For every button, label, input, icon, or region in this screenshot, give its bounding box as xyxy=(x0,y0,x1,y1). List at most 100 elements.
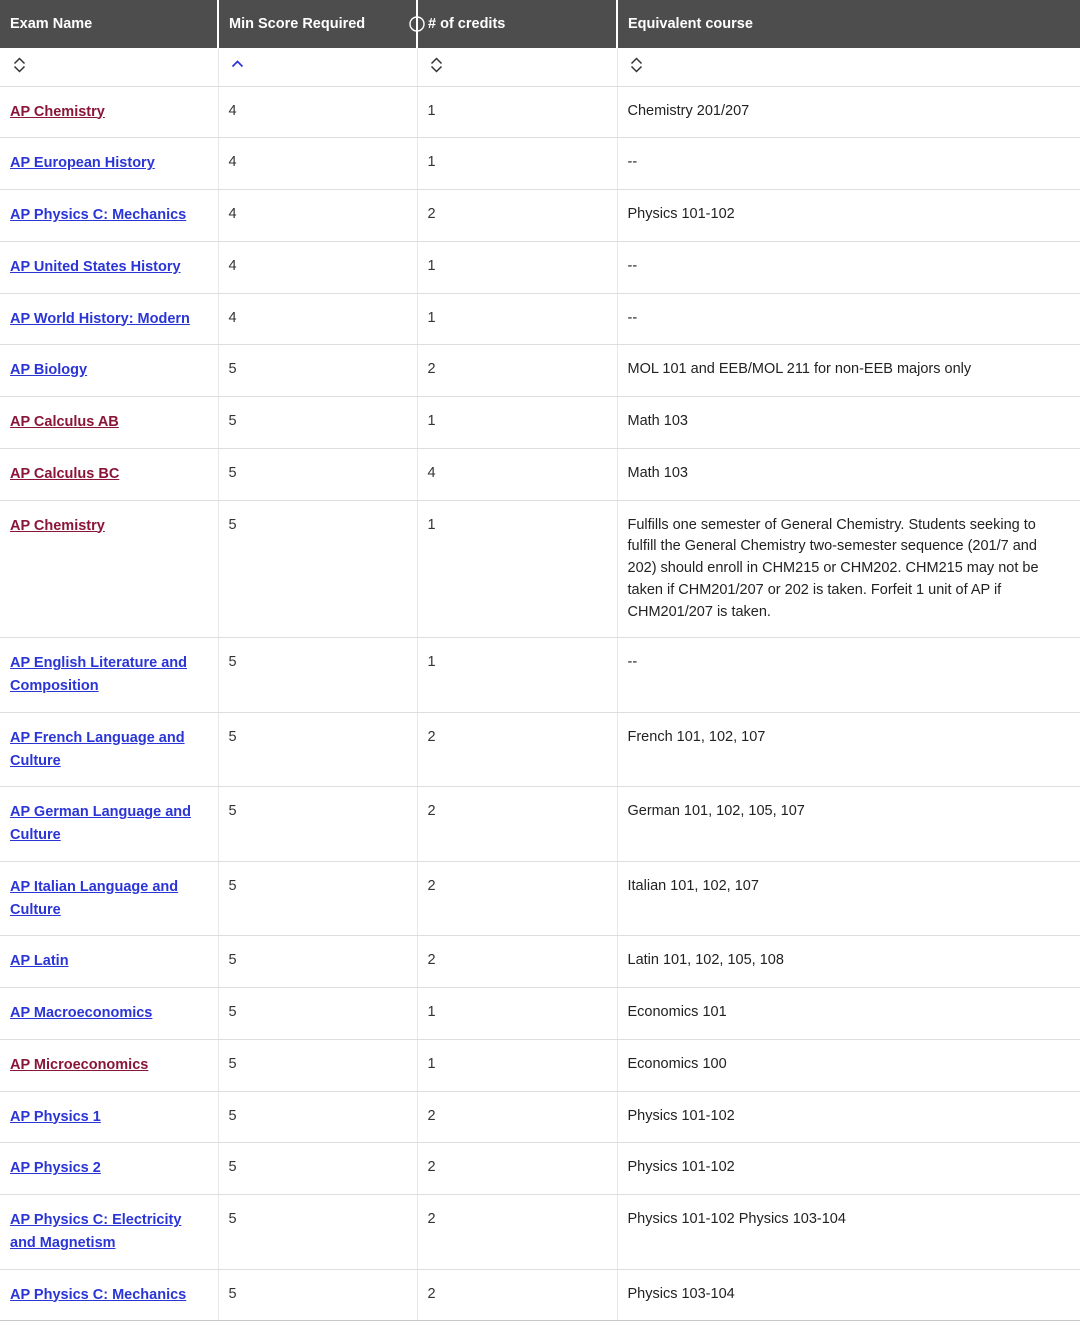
table-row: AP German Language and Culture 5 2 German 1… xyxy=(0,786,1080,862)
cell-min-score: 4 xyxy=(218,293,418,346)
cell-exam-name: AP Biology xyxy=(0,344,219,397)
exam-name-link[interactable]: AP English Literature and Composition xyxy=(10,655,187,694)
cell-min-score: 4 xyxy=(218,241,418,294)
cell-credits: 2 xyxy=(417,1194,618,1270)
cell-credits: 1 xyxy=(417,137,618,190)
sort-toggle-exam-name[interactable] xyxy=(10,55,28,75)
cell-min-score: 5 xyxy=(218,1039,418,1092)
column-header-credits[interactable]: # of credits xyxy=(417,0,618,48)
sort-toggle-credits[interactable] xyxy=(428,55,446,75)
cell-equivalent-course: MOL 101 and EEB/MOL 211 for non-EEB majo… xyxy=(617,344,1080,397)
cell-equivalent-course: Chemistry 201/207 xyxy=(617,86,1080,139)
table-row: AP Biology 5 2 MOL 101 and EEB/MOL 211 for … xyxy=(0,344,1080,397)
exam-name-link[interactable]: AP Physics C: Electricity and Magnetism xyxy=(10,1212,181,1251)
exam-name-link[interactable]: AP Chemistry xyxy=(10,104,105,120)
cell-equivalent-course: Physics 103-104 xyxy=(617,1269,1080,1321)
column-header-equivalent-course-label: Equivalent course xyxy=(628,16,753,32)
cell-min-score: 5 xyxy=(218,1091,418,1144)
exam-name-link[interactable]: AP Biology xyxy=(10,362,87,378)
cell-equivalent-course: Italian 101, 102, 107 xyxy=(617,861,1080,937)
table-row: AP Chemistry 5 1 Fulfills one semester of G… xyxy=(0,500,1080,639)
cell-equivalent-course: Physics 101-102 xyxy=(617,1142,1080,1195)
table-row: AP Macroeconomics 5 1 Economics 101 xyxy=(0,987,1080,1040)
table-sort-row xyxy=(0,48,1080,87)
cell-credits: 2 xyxy=(417,786,618,862)
column-header-exam-name-label: Exam Name xyxy=(10,16,93,32)
cell-equivalent-course: -- xyxy=(617,637,1080,713)
exam-name-link[interactable]: AP Physics 2 xyxy=(10,1160,101,1176)
exam-name-link[interactable]: AP European History xyxy=(10,155,155,171)
sort-toggle-min-score[interactable] xyxy=(229,55,247,75)
sort-cell-min-score xyxy=(218,48,418,87)
exam-name-link[interactable]: AP Chemistry xyxy=(10,518,105,534)
cell-min-score: 5 xyxy=(218,637,418,713)
cell-credits: 1 xyxy=(417,1039,618,1092)
ap-credit-table: Exam Name Min Score Required # of credit… xyxy=(0,0,1080,1321)
table-head: Exam Name Min Score Required # of credit… xyxy=(0,0,1080,87)
cell-equivalent-course: Latin 101, 102, 105, 108 xyxy=(617,935,1080,988)
cell-credits: 2 xyxy=(417,712,618,788)
table-row: AP World History: Modern 4 1 -- xyxy=(0,293,1080,346)
table-row: AP French Language and Culture 5 2 French 1… xyxy=(0,712,1080,788)
cell-exam-name: AP United States History xyxy=(0,241,219,294)
exam-name-link[interactable]: AP Calculus BC xyxy=(10,466,119,482)
table-row: AP Physics 1 5 2 Physics 101-102 xyxy=(0,1091,1080,1144)
cell-exam-name: AP European History xyxy=(0,137,219,190)
cell-equivalent-course: -- xyxy=(617,293,1080,346)
exam-name-link[interactable]: AP French Language and Culture xyxy=(10,730,185,769)
cell-credits: 1 xyxy=(417,637,618,713)
exam-name-link[interactable]: AP Italian Language and Culture xyxy=(10,879,178,918)
info-circle-icon[interactable] xyxy=(409,16,425,32)
cell-min-score: 5 xyxy=(218,712,418,788)
table-row: AP Calculus BC 5 4 Math 103 xyxy=(0,448,1080,501)
table-row: AP United States History 4 1 -- xyxy=(0,241,1080,294)
cell-credits: 1 xyxy=(417,293,618,346)
cell-exam-name: AP Physics C: Mechanics xyxy=(0,1269,219,1321)
cell-credits: 1 xyxy=(417,987,618,1040)
exam-name-link[interactable]: AP Physics C: Mechanics xyxy=(10,1287,186,1303)
cell-min-score: 5 xyxy=(218,500,418,639)
table-row: AP Calculus AB 5 1 Math 103 xyxy=(0,396,1080,449)
table-row: AP Physics C: Mechanics 4 2 Physics 101-102 xyxy=(0,189,1080,242)
table-header-row: Exam Name Min Score Required # of credit… xyxy=(0,0,1080,48)
exam-name-link[interactable]: AP Microeconomics xyxy=(10,1057,148,1073)
cell-credits: 4 xyxy=(417,448,618,501)
cell-equivalent-course: French 101, 102, 107 xyxy=(617,712,1080,788)
cell-credits: 1 xyxy=(417,86,618,139)
cell-min-score: 5 xyxy=(218,1142,418,1195)
cell-exam-name: AP Physics C: Mechanics xyxy=(0,189,219,242)
cell-exam-name: AP English Literature and Composition xyxy=(0,637,219,713)
cell-exam-name: AP French Language and Culture xyxy=(0,712,219,788)
cell-equivalent-course: -- xyxy=(617,241,1080,294)
column-header-equivalent-course[interactable]: Equivalent course xyxy=(617,0,1080,48)
cell-min-score: 5 xyxy=(218,987,418,1040)
cell-exam-name: AP Physics 2 xyxy=(0,1142,219,1195)
sort-toggle-equivalent-course[interactable] xyxy=(628,55,646,75)
column-header-exam-name[interactable]: Exam Name xyxy=(0,0,219,48)
table-row: AP Physics C: Electricity and Magnetism 5… xyxy=(0,1194,1080,1270)
cell-min-score: 4 xyxy=(218,189,418,242)
cell-exam-name: AP Chemistry xyxy=(0,500,219,639)
table-row: AP Italian Language and Culture 5 2 Italian… xyxy=(0,861,1080,937)
cell-min-score: 4 xyxy=(218,137,418,190)
cell-exam-name: AP Calculus AB xyxy=(0,396,219,449)
exam-name-link[interactable]: AP World History: Modern xyxy=(10,311,190,327)
cell-exam-name: AP Italian Language and Culture xyxy=(0,861,219,937)
exam-name-link[interactable]: AP Calculus AB xyxy=(10,414,119,430)
column-header-min-score[interactable]: Min Score Required xyxy=(218,0,425,48)
cell-credits: 2 xyxy=(417,344,618,397)
cell-exam-name: AP German Language and Culture xyxy=(0,786,219,862)
exam-name-link[interactable]: AP Latin xyxy=(10,953,69,969)
exam-name-link[interactable]: AP Physics 1 xyxy=(10,1109,101,1125)
exam-name-link[interactable]: AP German Language and Culture xyxy=(10,804,191,843)
cell-equivalent-course: Economics 100 xyxy=(617,1039,1080,1092)
cell-credits: 2 xyxy=(417,935,618,988)
table-row: AP Physics C: Mechanics 5 2 Physics 103-104 xyxy=(0,1269,1080,1321)
cell-credits: 2 xyxy=(417,1269,618,1321)
cell-exam-name: AP Macroeconomics xyxy=(0,987,219,1040)
cell-exam-name: AP Physics 1 xyxy=(0,1091,219,1144)
exam-name-link[interactable]: AP Macroeconomics xyxy=(10,1005,152,1021)
cell-equivalent-course: Physics 101-102 xyxy=(617,189,1080,242)
exam-name-link[interactable]: AP Physics C: Mechanics xyxy=(10,207,186,223)
exam-name-link[interactable]: AP United States History xyxy=(10,259,181,275)
